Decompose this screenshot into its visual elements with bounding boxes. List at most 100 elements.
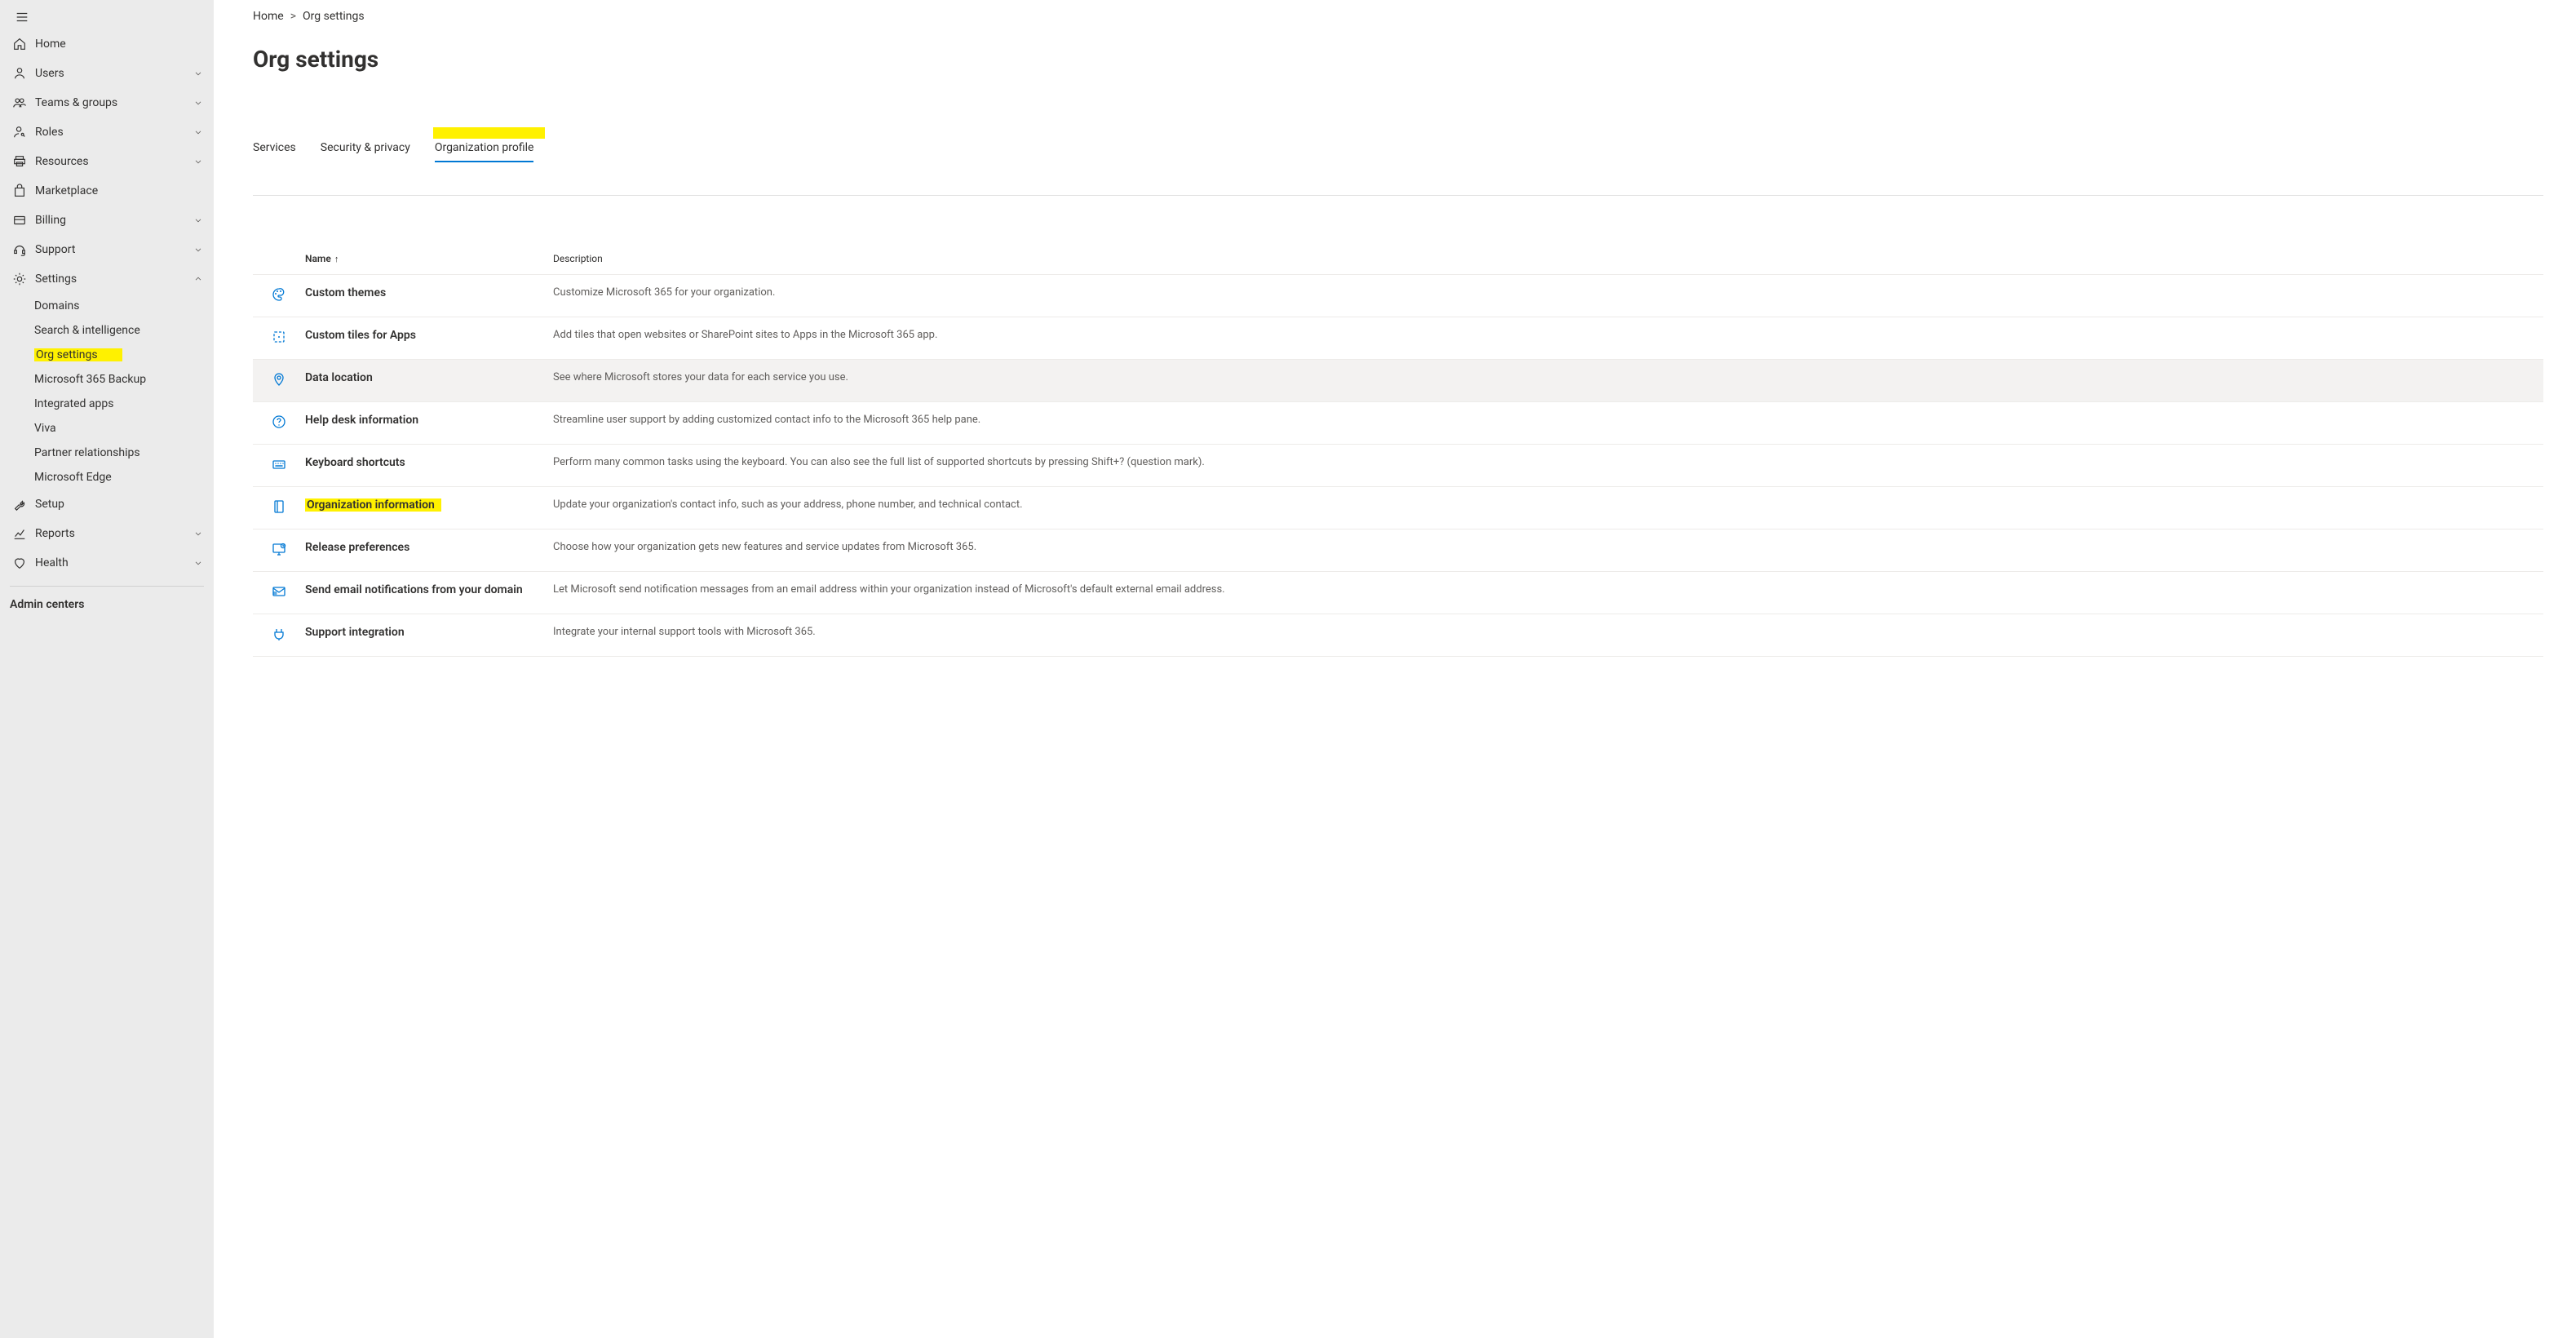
card-icon	[12, 213, 27, 228]
hamburger-icon	[15, 10, 29, 24]
chevron-down-icon	[193, 215, 204, 226]
row-name: Keyboard shortcuts	[305, 455, 553, 469]
row-name: Custom themes	[305, 286, 553, 299]
sidebar-subitem-microsoft-edge[interactable]: Microsoft Edge	[0, 465, 214, 490]
sidebar-item-settings[interactable]: Settings	[0, 264, 214, 294]
person-icon	[12, 66, 27, 81]
row-name: Support integration	[305, 625, 553, 639]
sidebar-subitem-integrated-apps[interactable]: Integrated apps	[0, 392, 214, 416]
sidebar-item-support[interactable]: Support	[0, 235, 214, 264]
question-icon	[271, 414, 287, 433]
row-name: Release preferences	[305, 540, 553, 554]
table-row[interactable]: Data location See where Microsoft stores…	[253, 360, 2543, 402]
sidebar-item-label: Home	[35, 38, 204, 51]
tab-label: Services	[253, 141, 296, 154]
sort-ascending-icon: ↑	[334, 254, 339, 264]
sidebar-subitem-label: Microsoft Edge	[34, 471, 112, 484]
mail-icon	[271, 583, 287, 603]
chevron-down-icon	[193, 97, 204, 109]
content-rule	[253, 195, 2543, 196]
chevron-down-icon	[193, 68, 204, 79]
sidebar: Home Users Teams & groups Roles Resources Mar…	[0, 0, 214, 1338]
sidebar-item-setup[interactable]: Setup	[0, 490, 214, 519]
headset-icon	[12, 242, 27, 257]
book-icon	[271, 498, 287, 518]
chevron-down-icon	[193, 528, 204, 539]
tab-security-privacy[interactable]: Security & privacy	[321, 141, 410, 162]
row-description: Update your organization's contact info,…	[553, 498, 2543, 512]
row-description: Add tiles that open websites or SharePoi…	[553, 328, 2543, 343]
breadcrumb: Home > Org settings	[253, 8, 2576, 23]
sidebar-item-marketplace[interactable]: Marketplace	[0, 176, 214, 206]
row-description: Let Microsoft send notification messages…	[553, 583, 2543, 597]
page-title: Org settings	[253, 46, 2576, 73]
sidebar-subitem-label: Integrated apps	[34, 397, 113, 410]
table-row[interactable]: Help desk information Streamline user su…	[253, 402, 2543, 445]
row-name: Organization information	[305, 498, 553, 512]
sidebar-subitem-domains[interactable]: Domains	[0, 294, 214, 318]
sidebar-item-label: Support	[35, 243, 193, 256]
sidebar-subitem-label: Partner relationships	[34, 446, 140, 459]
sidebar-item-label: Resources	[35, 155, 193, 168]
sidebar-item-health[interactable]: Health	[0, 548, 214, 578]
sidebar-subitem-label: Domains	[34, 299, 79, 312]
sidebar-subitem-label: Search & intelligence	[34, 324, 140, 337]
column-header-description[interactable]: Description	[553, 253, 2543, 264]
tab-services[interactable]: Services	[253, 141, 296, 162]
table-row[interactable]: Release preferences Choose how your orga…	[253, 529, 2543, 572]
sidebar-item-reports[interactable]: Reports	[0, 519, 214, 548]
table-row[interactable]: Organization information Update your org…	[253, 487, 2543, 529]
sidebar-item-billing[interactable]: Billing	[0, 206, 214, 235]
sidebar-subitem-org-settings[interactable]: Org settings	[0, 343, 214, 367]
sidebar-item-label: Marketplace	[35, 184, 204, 197]
breadcrumb-home-link[interactable]: Home	[253, 10, 284, 23]
row-name: Data location	[305, 370, 553, 384]
row-name: Custom tiles for Apps	[305, 328, 553, 342]
main-content: Home > Org settings Org settings Service…	[214, 0, 2576, 1338]
row-description: Integrate your internal support tools wi…	[553, 625, 2543, 640]
sidebar-subitem-label: Viva	[34, 422, 56, 435]
tab-organization-profile[interactable]: Organization profile	[435, 141, 534, 162]
sidebar-item-resources[interactable]: Resources	[0, 147, 214, 176]
sidebar-item-label: Settings	[35, 272, 193, 286]
keyboard-icon	[271, 456, 287, 476]
row-name: Send email notifications from your domai…	[305, 583, 553, 596]
monitor-icon	[271, 541, 287, 560]
sidebar-subitem-partner-relationships[interactable]: Partner relationships	[0, 441, 214, 465]
sidebar-item-users[interactable]: Users	[0, 59, 214, 88]
settings-table: Name ↑ Description Custom themes Customi…	[253, 246, 2543, 657]
hamburger-button[interactable]	[0, 2, 214, 29]
sidebar-item-teams-groups[interactable]: Teams & groups	[0, 88, 214, 117]
row-name: Help desk information	[305, 413, 553, 427]
sidebar-item-roles[interactable]: Roles	[0, 117, 214, 147]
sidebar-subitem-microsoft-365-backup[interactable]: Microsoft 365 Backup	[0, 367, 214, 392]
sidebar-divider	[10, 586, 204, 587]
tile-icon	[271, 329, 287, 348]
table-row[interactable]: Custom tiles for Apps Add tiles that ope…	[253, 317, 2543, 360]
breadcrumb-separator-icon: >	[290, 10, 296, 23]
admin-centers-heading[interactable]: Admin centers	[0, 591, 214, 618]
table-row[interactable]: Keyboard shortcuts Perform many common t…	[253, 445, 2543, 487]
tab-label: Security & privacy	[321, 141, 410, 154]
table-row[interactable]: Send email notifications from your domai…	[253, 572, 2543, 614]
column-header-name[interactable]: Name ↑	[305, 253, 553, 264]
tabs: Services Security & privacy Organization p…	[253, 141, 2576, 162]
sidebar-item-label: Health	[35, 556, 193, 569]
table-row[interactable]: Custom themes Customize Microsoft 365 fo…	[253, 275, 2543, 317]
sidebar-subitem-label: Org settings	[34, 348, 122, 361]
chevron-down-icon	[193, 126, 204, 138]
sidebar-item-home[interactable]: Home	[0, 29, 214, 59]
table-header-row: Name ↑ Description	[253, 246, 2543, 275]
row-description: Choose how your organization gets new fe…	[553, 540, 2543, 555]
wrench-icon	[12, 497, 27, 512]
palette-icon	[271, 286, 287, 306]
table-row[interactable]: Support integration Integrate your inter…	[253, 614, 2543, 657]
people-icon	[12, 95, 27, 110]
sidebar-item-label: Roles	[35, 126, 193, 139]
sidebar-subitem-search-intelligence[interactable]: Search & intelligence	[0, 318, 214, 343]
row-description: See where Microsoft stores your data for…	[553, 370, 2543, 385]
sidebar-item-label: Teams & groups	[35, 96, 193, 109]
sidebar-subitem-viva[interactable]: Viva	[0, 416, 214, 441]
tab-label: Organization profile	[435, 141, 534, 154]
sidebar-subitem-label: Microsoft 365 Backup	[34, 373, 146, 386]
